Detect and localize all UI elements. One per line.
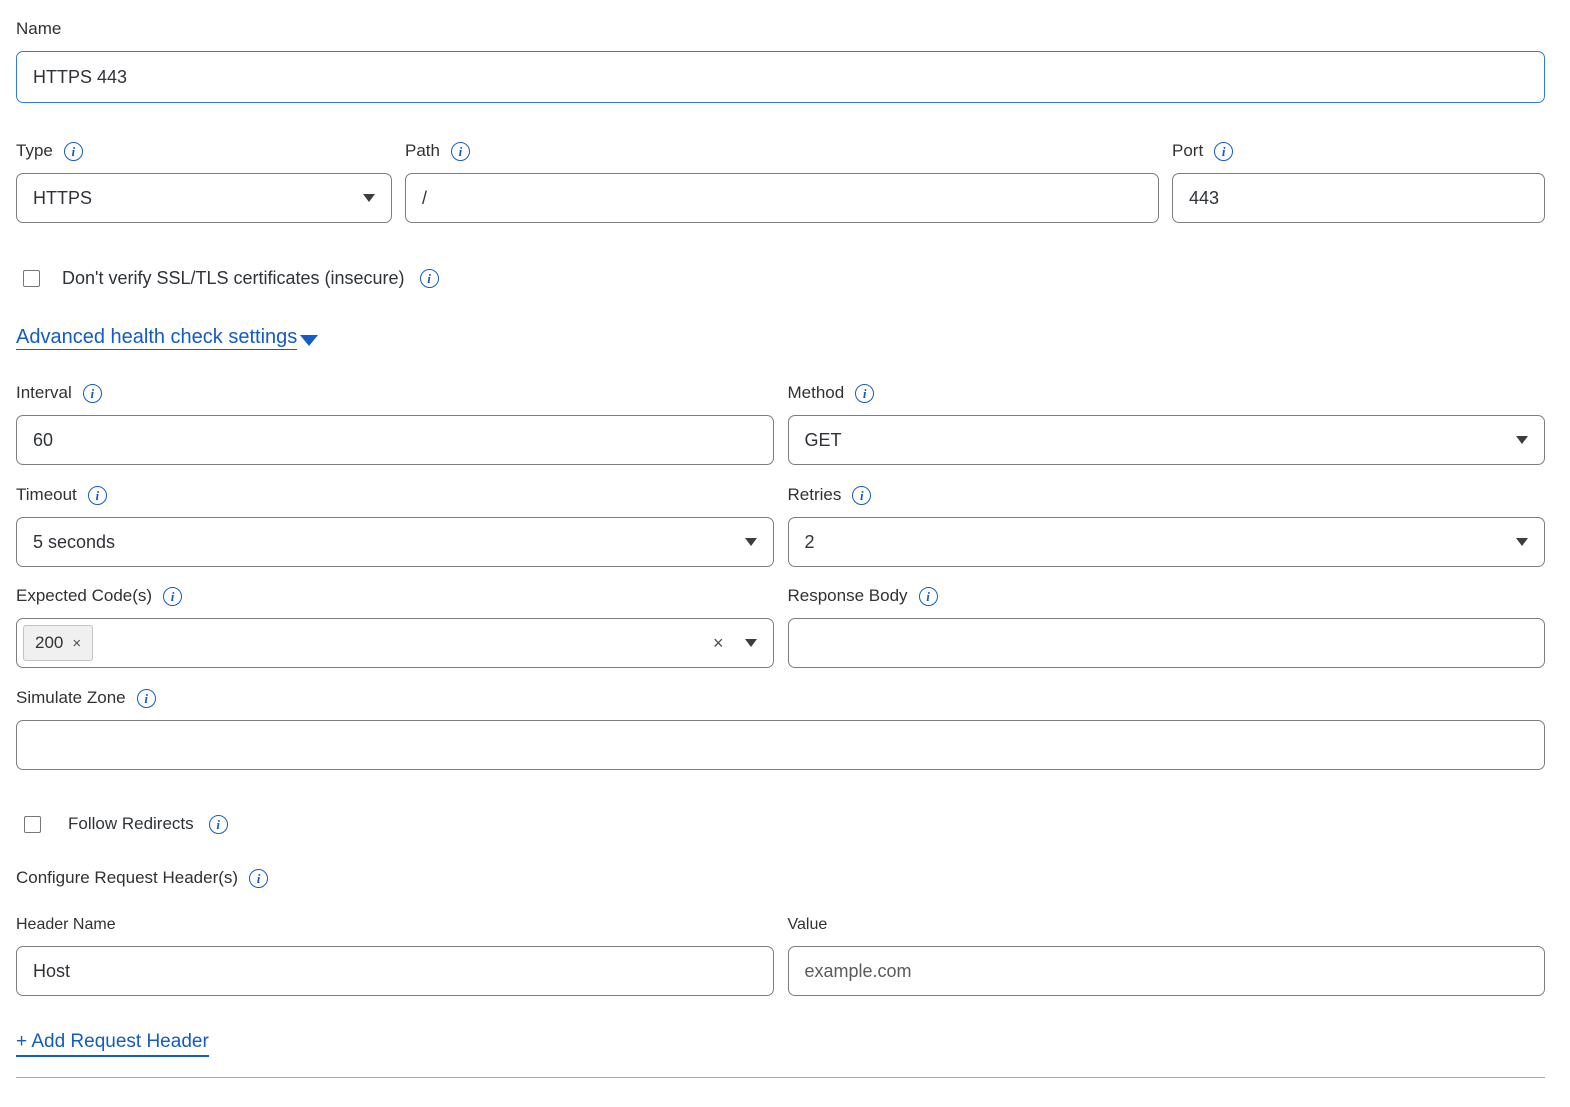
follow-redirects-row: Follow Redirects i: [16, 814, 1545, 834]
header-value-label-row: Value: [788, 916, 1546, 934]
header-value-label: Value: [788, 916, 828, 934]
header-value-input[interactable]: [788, 946, 1546, 996]
path-label: Path: [405, 141, 440, 161]
method-field-group: Method i GET: [788, 383, 1546, 465]
chevron-down-icon: [745, 538, 757, 546]
method-label: Method: [788, 383, 845, 403]
response-body-label: Response Body: [788, 586, 908, 606]
response-body-input[interactable]: [788, 618, 1546, 668]
timeout-select-value: 5 seconds: [33, 532, 115, 553]
path-input[interactable]: [405, 173, 1159, 223]
chevron-down-icon: [363, 194, 375, 202]
interval-label-row: Interval i: [16, 383, 774, 403]
verify-ssl-checkbox[interactable]: [23, 270, 40, 287]
simulate-zone-field-group: Simulate Zone i: [16, 688, 1545, 770]
timeout-field-group: Timeout i 5 seconds: [16, 485, 774, 567]
header-name-input[interactable]: [16, 946, 774, 996]
type-select[interactable]: HTTPS: [16, 173, 392, 223]
type-label: Type: [16, 141, 53, 161]
add-request-header-link[interactable]: + Add Request Header: [16, 1031, 209, 1057]
advanced-settings-link[interactable]: Advanced health check settings: [16, 326, 297, 350]
method-info-icon[interactable]: i: [855, 384, 874, 403]
port-field-group: Port i: [1172, 141, 1545, 223]
method-select-value: GET: [805, 430, 842, 451]
timeout-label: Timeout: [16, 485, 77, 505]
request-headers-section-label: Configure Request Header(s): [16, 868, 238, 888]
type-label-row: Type i: [16, 141, 392, 161]
path-label-row: Path i: [405, 141, 1159, 161]
type-field-group: Type i HTTPS: [16, 141, 392, 223]
header-name-label-row: Header Name: [16, 916, 774, 934]
port-label: Port: [1172, 141, 1203, 161]
method-label-row: Method i: [788, 383, 1546, 403]
timeout-select[interactable]: 5 seconds: [16, 517, 774, 567]
path-info-icon[interactable]: i: [451, 142, 470, 161]
code-tag-value: 200: [35, 633, 63, 653]
interval-input[interactable]: [16, 415, 774, 465]
follow-redirects-label: Follow Redirects: [68, 814, 194, 834]
request-header-row: Header Name Value: [16, 916, 1545, 996]
response-body-field-group: Response Body i: [788, 586, 1546, 668]
remove-tag-icon[interactable]: ×: [72, 636, 81, 651]
type-path-port-row: Type i HTTPS Path i Port i: [16, 141, 1545, 223]
response-body-info-icon[interactable]: i: [919, 587, 938, 606]
interval-method-row: Interval i Method i GET: [16, 383, 1545, 465]
codes-body-row: Expected Code(s) i 200 × × Response Body…: [16, 586, 1545, 668]
expected-codes-multiselect[interactable]: 200 × ×: [16, 618, 774, 668]
interval-label: Interval: [16, 383, 72, 403]
chevron-down-icon: [1516, 436, 1528, 444]
multiselect-controls: ×: [713, 634, 757, 652]
expected-codes-info-icon[interactable]: i: [163, 587, 182, 606]
header-name-label: Header Name: [16, 916, 116, 934]
port-info-icon[interactable]: i: [1214, 142, 1233, 161]
port-input[interactable]: [1172, 173, 1545, 223]
method-select[interactable]: GET: [788, 415, 1546, 465]
chevron-down-icon: [1516, 538, 1528, 546]
advanced-settings-row: Advanced health check settings: [16, 326, 1545, 350]
simulate-zone-label: Simulate Zone: [16, 688, 126, 708]
verify-ssl-row: Don't verify SSL/TLS certificates (insec…: [16, 268, 1545, 289]
timeout-label-row: Timeout i: [16, 485, 774, 505]
retries-select[interactable]: 2: [788, 517, 1546, 567]
verify-ssl-info-icon[interactable]: i: [420, 269, 439, 288]
add-request-header-row: + Add Request Header: [16, 1031, 1545, 1053]
header-value-field-group: Value: [788, 916, 1546, 996]
header-name-field-group: Header Name: [16, 916, 774, 996]
code-tag: 200 ×: [23, 625, 93, 661]
path-field-group: Path i: [405, 141, 1159, 223]
caret-down-icon: [300, 335, 318, 346]
retries-field-group: Retries i 2: [788, 485, 1546, 567]
section-divider: [16, 1077, 1545, 1078]
name-label-row: Name: [16, 19, 1545, 39]
expected-codes-field-group: Expected Code(s) i 200 × ×: [16, 586, 774, 668]
name-input[interactable]: [16, 51, 1545, 103]
clear-select-icon[interactable]: ×: [713, 634, 724, 652]
retries-info-icon[interactable]: i: [852, 486, 871, 505]
expected-codes-label-row: Expected Code(s) i: [16, 586, 774, 606]
expected-codes-label: Expected Code(s): [16, 586, 152, 606]
port-label-row: Port i: [1172, 141, 1545, 161]
name-field-group: Name: [16, 19, 1545, 103]
simulate-zone-input[interactable]: [16, 720, 1545, 770]
type-info-icon[interactable]: i: [64, 142, 83, 161]
follow-redirects-checkbox[interactable]: [24, 816, 41, 833]
request-headers-section-row: Configure Request Header(s) i: [16, 868, 1545, 888]
name-label: Name: [16, 19, 61, 39]
health-check-form: Name Type i HTTPS Path i Port i: [0, 0, 1570, 1100]
retries-label-row: Retries i: [788, 485, 1546, 505]
retries-select-value: 2: [805, 532, 815, 553]
chevron-down-icon: [745, 639, 757, 647]
retries-label: Retries: [788, 485, 842, 505]
verify-ssl-label: Don't verify SSL/TLS certificates (insec…: [62, 268, 405, 289]
interval-info-icon[interactable]: i: [83, 384, 102, 403]
type-select-value: HTTPS: [33, 188, 92, 209]
simulate-zone-info-icon[interactable]: i: [137, 689, 156, 708]
timeout-info-icon[interactable]: i: [88, 486, 107, 505]
request-headers-info-icon[interactable]: i: [249, 869, 268, 888]
follow-redirects-info-icon[interactable]: i: [209, 815, 228, 834]
simulate-zone-label-row: Simulate Zone i: [16, 688, 1545, 708]
interval-field-group: Interval i: [16, 383, 774, 465]
response-body-label-row: Response Body i: [788, 586, 1546, 606]
timeout-retries-row: Timeout i 5 seconds Retries i 2: [16, 485, 1545, 567]
